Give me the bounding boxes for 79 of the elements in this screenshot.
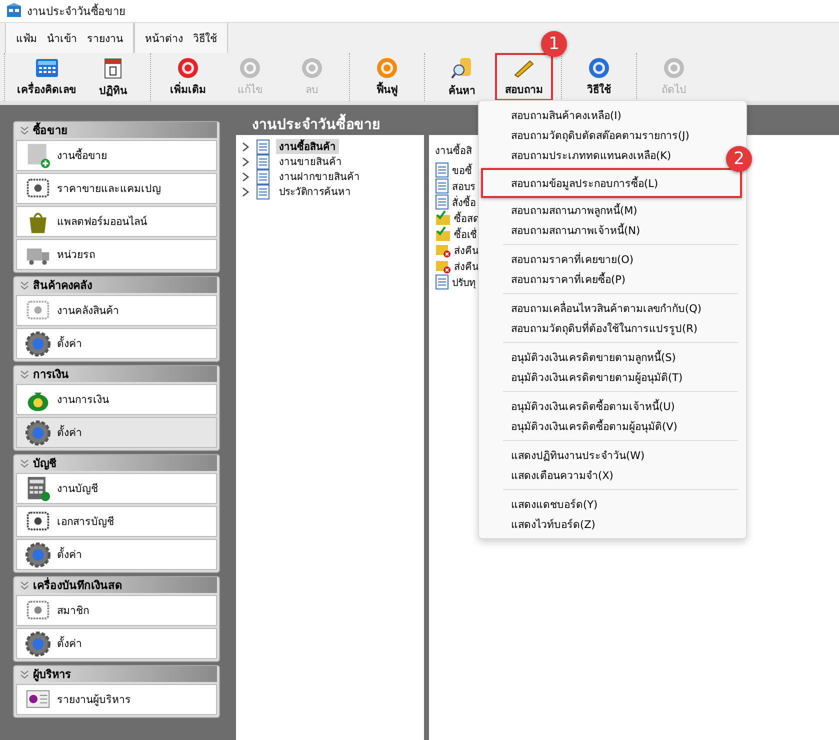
toolbar-button[interactable]: ปฏิทิน: [84, 53, 142, 101]
sidebar-item[interactable]: หน่วยรถ: [16, 239, 217, 270]
calculator-icon: [25, 476, 51, 502]
menu-item[interactable]: นำเข้า: [47, 30, 77, 46]
sidebar-item[interactable]: งานคลังสินค้า: [16, 295, 217, 326]
list-item[interactable]: ส่งคืน: [454, 242, 479, 258]
gear-icon: [25, 542, 51, 568]
detail-heading: งานซื้อสิ: [435, 143, 472, 158]
sidebar-item[interactable]: ตั้งค่า: [16, 328, 217, 359]
sidebar-item[interactable]: งานการเงิน: [16, 384, 217, 415]
menu-item[interactable]: อนุมัติวงเงินเครดิตขายตามลูกหนี้(S): [511, 348, 676, 366]
tree-item[interactable]: ประวัติการค้นหา: [276, 184, 354, 199]
callout-badge: 2: [726, 146, 752, 172]
menu-item[interactable]: แสดงปฏิทินงานประจำวัน(W): [511, 446, 645, 464]
toolbar-button[interactable]: ค้นหา: [433, 53, 491, 101]
sidebar-item[interactable]: เอกสารบัญชี: [16, 506, 217, 537]
list-item[interactable]: ส่งคืน: [454, 258, 479, 274]
folder-cross-icon: [435, 242, 451, 258]
list-item[interactable]: ซื้อเชื่: [454, 226, 477, 242]
search-icon: [451, 56, 473, 80]
tree-item[interactable]: งานซื้อสินค้า: [276, 139, 339, 154]
menu-item[interactable]: หน้าต่าง: [145, 30, 183, 46]
sidebar-item[interactable]: ตั้งค่า: [16, 628, 217, 659]
calendar-icon: [103, 56, 123, 80]
window-title: งานประจำวันซื้อขาย: [27, 2, 125, 20]
menu-item[interactable]: สอบถามเคลื่อนไหวสินค้าตามเลขกำกับ(Q): [511, 300, 702, 316]
gear-icon: [25, 630, 51, 656]
menu-item[interactable]: สอบถามข้อมูลประกอบการซื้อ(L): [511, 174, 658, 192]
calculator-icon: [34, 56, 58, 78]
menu-item[interactable]: สอบถามประเภททดแทนคงเหลือ(K): [511, 146, 672, 164]
menu-item[interactable]: สอบถามราคาที่เคยขาย(O): [511, 250, 634, 268]
app-icon: [6, 3, 22, 19]
menu-item[interactable]: สอบถามสถานภาพลูกหนี้(M): [511, 202, 638, 218]
toolbar-button[interactable]: เครื่องคิดเลข: [13, 53, 80, 101]
sidebar-item[interactable]: แพลตฟอร์มออนไลน์: [16, 206, 217, 237]
menu-item[interactable]: แสดงไวท์บอร์ด(Z): [511, 516, 596, 532]
chevron-icon[interactable]: [242, 156, 250, 166]
collapse-icon[interactable]: [20, 670, 29, 678]
collapse-icon[interactable]: [20, 126, 29, 134]
collapse-icon[interactable]: [20, 280, 29, 290]
menu-item[interactable]: อนุมัติวงเงินเครดิตซื้อตามเจ้าหนี้(U): [511, 398, 675, 414]
sidebar-item[interactable]: สมาชิก: [16, 595, 217, 626]
list-item[interactable]: ขอซื้: [452, 162, 472, 178]
toolbar-button[interactable]: ฟื้นฟู: [358, 53, 416, 101]
chevron-icon[interactable]: [242, 172, 250, 182]
tree-item[interactable]: งานฝากขายสินค้า: [276, 169, 363, 184]
list-item[interactable]: ซื้อสด: [454, 210, 479, 226]
sidebar-item[interactable]: ตั้งค่า: [16, 539, 217, 570]
menu-item[interactable]: สอบถามราคาที่เคยซื้อ(P): [511, 270, 626, 288]
sidebar-item[interactable]: งานซื้อขาย: [16, 140, 217, 171]
menu-item[interactable]: แฟ้ม: [16, 30, 37, 46]
gear-icon: [25, 420, 51, 446]
list-item[interactable]: ปรับทุ: [452, 274, 476, 290]
tree-item[interactable]: งานขายสินค้า: [276, 154, 345, 169]
toolbar-button[interactable]: เพิ่มเติม: [159, 53, 217, 101]
menu-item[interactable]: สอบถามสถานภาพเจ้าหนี้(N): [511, 222, 640, 238]
collapse-icon[interactable]: [20, 458, 29, 468]
menu-item[interactable]: อนุมัติวงเงินเครดิตซื้อตามผู้อนุมัติ(V): [511, 418, 678, 434]
menu-item[interactable]: แสดงเตือนความจำ(X): [511, 466, 614, 484]
chevron-icon[interactable]: [242, 186, 250, 196]
menu-item[interactable]: รายงาน: [87, 30, 123, 46]
menu-item[interactable]: วิธีใช้: [193, 30, 217, 46]
folder-check-icon: [435, 210, 451, 226]
menu-item[interactable]: แสดงแดชบอร์ด(Y): [511, 496, 598, 512]
menu-item[interactable]: อนุมัติวงเงินเครดิตขายตามผู้อนุมัติ(T): [511, 368, 683, 386]
list-item[interactable]: สอบร: [452, 178, 475, 194]
gear-icon: [25, 330, 51, 356]
folder-cross-icon: [435, 258, 451, 274]
sidebar-item[interactable]: รายงานผู้บริหาร: [16, 684, 217, 715]
sidebar-item[interactable]: งานบัญชี: [16, 473, 217, 504]
collapse-icon[interactable]: [20, 370, 29, 378]
folder-check-icon: [435, 226, 451, 242]
chevron-icon[interactable]: [242, 142, 250, 152]
menu-item[interactable]: สอบถามวัตถุดิบที่ต้องใช้ในการแปรรูป(R): [511, 320, 698, 336]
sidebar-item[interactable]: ราคาขายและแคมเปญ: [16, 173, 217, 204]
collapse-icon[interactable]: [20, 580, 29, 590]
list-item[interactable]: สั่งซื้อ: [452, 194, 476, 210]
sidebar-item[interactable]: ตั้งค่า: [16, 417, 217, 448]
new-document-icon: [25, 142, 51, 168]
